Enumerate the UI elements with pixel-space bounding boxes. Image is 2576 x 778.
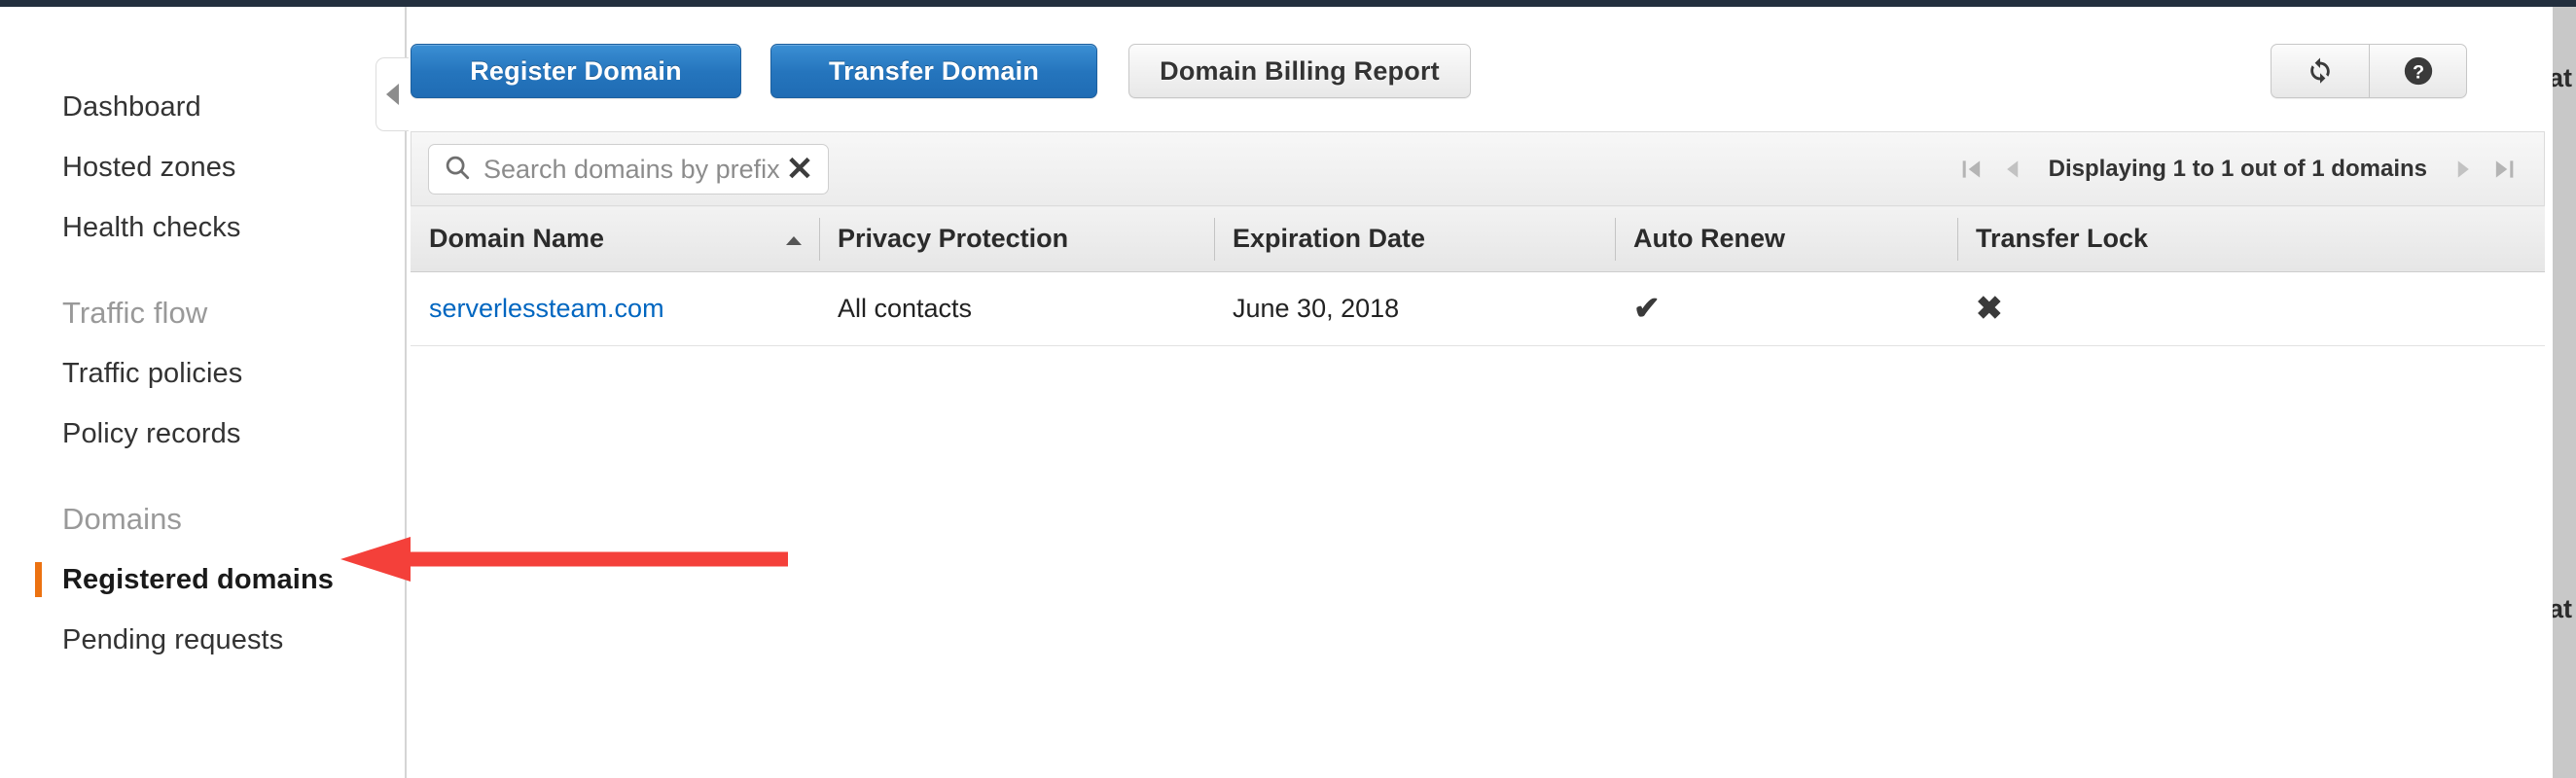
search-box[interactable]: ✕ <box>428 144 829 194</box>
column-label: Expiration Date <box>1233 224 1425 253</box>
transfer-domain-button[interactable]: Transfer Domain <box>770 44 1097 98</box>
cell-transfer-lock: ✖ <box>1957 272 2545 346</box>
sidebar-item-traffic-policies[interactable]: Traffic policies <box>0 343 405 404</box>
toolbar-icon-group: ? <box>2271 44 2467 98</box>
help-button[interactable]: ? <box>2369 45 2466 97</box>
column-label: Transfer Lock <box>1976 224 2148 253</box>
right-edge-text-fragment-bottom: at <box>2553 594 2572 624</box>
action-toolbar: Register Domain Transfer Domain Domain B… <box>409 44 2553 104</box>
sidebar-section-domains: Domains <box>0 489 405 549</box>
table-header-row: Domain Name Privacy Protection Expiratio… <box>411 206 2545 272</box>
sidebar-nav-list: Dashboard Hosted zones Health checks Tra… <box>0 7 405 670</box>
refresh-button[interactable] <box>2272 45 2369 97</box>
cross-icon: ✖ <box>1976 292 2003 324</box>
sidebar-item-label: Health checks <box>62 212 240 244</box>
register-domain-button[interactable]: Register Domain <box>411 44 741 98</box>
pagination: Displaying 1 to 1 out of 1 domains <box>1951 132 2524 206</box>
column-header-auto-renew[interactable]: Auto Renew <box>1615 206 1957 272</box>
page-root: Dashboard Hosted zones Health checks Tra… <box>0 0 2576 778</box>
sidebar-item-label: Dashboard <box>62 91 201 124</box>
page-prev-icon[interactable] <box>1992 144 2033 194</box>
sidebar-item-label: Traffic policies <box>62 358 242 390</box>
column-label: Privacy Protection <box>838 224 1068 253</box>
sidebar-item-label: Policy records <box>62 418 241 450</box>
sidebar-item-hosted-zones[interactable]: Hosted zones <box>0 137 405 197</box>
search-input[interactable] <box>472 155 783 185</box>
column-header-domain-name[interactable]: Domain Name <box>411 206 819 272</box>
right-edge-panel: at at <box>2553 7 2576 778</box>
page-first-icon[interactable] <box>1951 144 1992 194</box>
sidebar-collapse-button[interactable] <box>376 57 409 131</box>
sidebar-section-label: Domains <box>62 502 182 537</box>
main-content: Register Domain Transfer Domain Domain B… <box>409 7 2553 778</box>
cell-expiration-date: June 30, 2018 <box>1214 272 1615 346</box>
pagination-status: Displaying 1 to 1 out of 1 domains <box>2033 156 2443 183</box>
clear-x-icon[interactable]: ✕ <box>783 153 816 186</box>
checkmark-icon: ✔ <box>1633 292 1661 324</box>
sidebar-item-label: Hosted zones <box>62 152 236 184</box>
sidebar-item-label: Pending requests <box>62 624 283 656</box>
top-navbar <box>0 0 2576 7</box>
right-edge-text-fragment-top: at <box>2553 63 2572 93</box>
cell-privacy-protection: All contacts <box>819 272 1214 346</box>
search-icon <box>443 153 472 187</box>
table-row[interactable]: serverlessteam.com All contacts June 30,… <box>411 272 2545 346</box>
sidebar: Dashboard Hosted zones Health checks Tra… <box>0 7 407 778</box>
column-label: Auto Renew <box>1633 224 1785 253</box>
sidebar-item-registered-domains[interactable]: Registered domains <box>0 549 405 610</box>
sidebar-item-health-checks[interactable]: Health checks <box>0 197 405 258</box>
sidebar-item-label: Registered domains <box>62 564 334 596</box>
svg-text:?: ? <box>2412 62 2423 84</box>
cell-auto-renew: ✔ <box>1615 272 1957 346</box>
table-toolbar: ✕ Displaying 1 to 1 out of 1 d <box>411 131 2545 205</box>
column-header-privacy-protection[interactable]: Privacy Protection <box>819 206 1214 272</box>
column-label: Domain Name <box>429 224 604 253</box>
column-header-expiration-date[interactable]: Expiration Date <box>1214 206 1615 272</box>
sidebar-item-pending-requests[interactable]: Pending requests <box>0 610 405 670</box>
registered-domains-table: Domain Name Privacy Protection Expiratio… <box>411 205 2545 346</box>
sidebar-section-label: Traffic flow <box>62 296 207 331</box>
help-circle-icon: ? <box>2402 54 2435 88</box>
domain-link[interactable]: serverlessteam.com <box>429 294 664 323</box>
sidebar-item-dashboard[interactable]: Dashboard <box>0 77 405 137</box>
sidebar-item-policy-records[interactable]: Policy records <box>0 404 405 464</box>
domains-panel: ✕ Displaying 1 to 1 out of 1 d <box>411 131 2545 346</box>
sort-ascending-icon <box>786 236 802 245</box>
refresh-icon <box>2304 54 2337 88</box>
column-header-transfer-lock[interactable]: Transfer Lock <box>1957 206 2545 272</box>
page-next-icon[interactable] <box>2443 144 2484 194</box>
sidebar-section-traffic-flow: Traffic flow <box>0 283 405 343</box>
domain-billing-report-button[interactable]: Domain Billing Report <box>1128 44 1471 98</box>
caret-left-icon <box>386 84 399 105</box>
page-last-icon[interactable] <box>2484 144 2524 194</box>
cell-domain-name: serverlessteam.com <box>411 272 819 346</box>
